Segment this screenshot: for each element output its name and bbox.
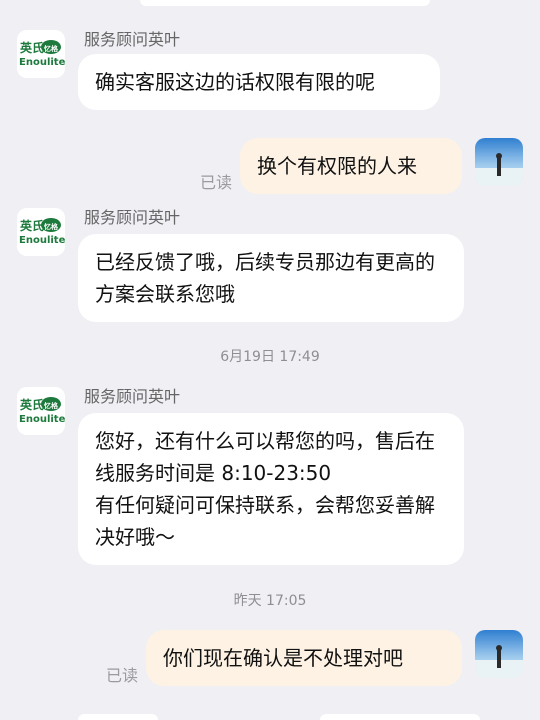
chat-timestamp: 6月19日 17:49 (220, 349, 320, 365)
read-receipt: 已读 (200, 173, 233, 192)
message-bubble-cropped-bottom (78, 714, 158, 720)
logo-en-text: Enoulite (19, 57, 65, 68)
sender-name: 服务顾问英叶 (84, 387, 181, 406)
sender-name: 服务顾问英叶 (84, 30, 181, 49)
message-bubble-cropped-top (140, 0, 430, 6)
user-avatar[interactable] (475, 138, 523, 186)
message-bubble-outgoing[interactable]: 你们现在确认是不处理对吧 (146, 630, 462, 686)
message-bubble-incoming[interactable]: 您好，还有什么可以帮您的吗，售后在线服务时间是 8:10-23:50 有任何疑问… (78, 413, 464, 565)
beach-photo-avatar-icon (475, 630, 523, 678)
logo-en-text: Enoulite (19, 235, 65, 246)
user-avatar[interactable] (475, 630, 523, 678)
message-bubble-outgoing[interactable]: 换个有权限的人来 (240, 138, 462, 194)
logo-badge-text: 忆格 (44, 401, 59, 410)
beach-photo-avatar-icon (475, 138, 523, 186)
message-bubble-incoming[interactable]: 确实客服这边的话权限有限的呢 (78, 54, 440, 110)
brand-logo-avatar[interactable]: 英氏 忆格 Enoulite (17, 208, 65, 256)
logo-badge-text: 忆格 (44, 44, 59, 53)
message-bubble-incoming[interactable]: 已经反馈了哦，后续专员那边有更高的方案会联系您哦 (78, 234, 464, 322)
logo-cn-text: 英氏 (20, 397, 44, 412)
brand-logo-avatar[interactable]: 英氏 忆格 Enoulite (17, 30, 65, 78)
logo-badge-text: 忆格 (44, 222, 59, 231)
enoulite-logo-icon: 英氏 忆格 Enoulite (17, 30, 65, 78)
brand-logo-avatar[interactable]: 英氏 忆格 Enoulite (17, 387, 65, 435)
logo-en-text: Enoulite (19, 414, 65, 425)
logo-cn-text: 英氏 (20, 40, 44, 55)
read-receipt: 已读 (106, 666, 139, 685)
enoulite-logo-icon: 英氏 忆格 Enoulite (17, 208, 65, 256)
logo-cn-text: 英氏 (20, 218, 44, 233)
chat-timestamp: 昨天 17:05 (233, 593, 307, 609)
enoulite-logo-icon: 英氏 忆格 Enoulite (17, 387, 65, 435)
message-bubble-cropped-bottom (320, 714, 480, 720)
sender-name: 服务顾问英叶 (84, 208, 181, 227)
